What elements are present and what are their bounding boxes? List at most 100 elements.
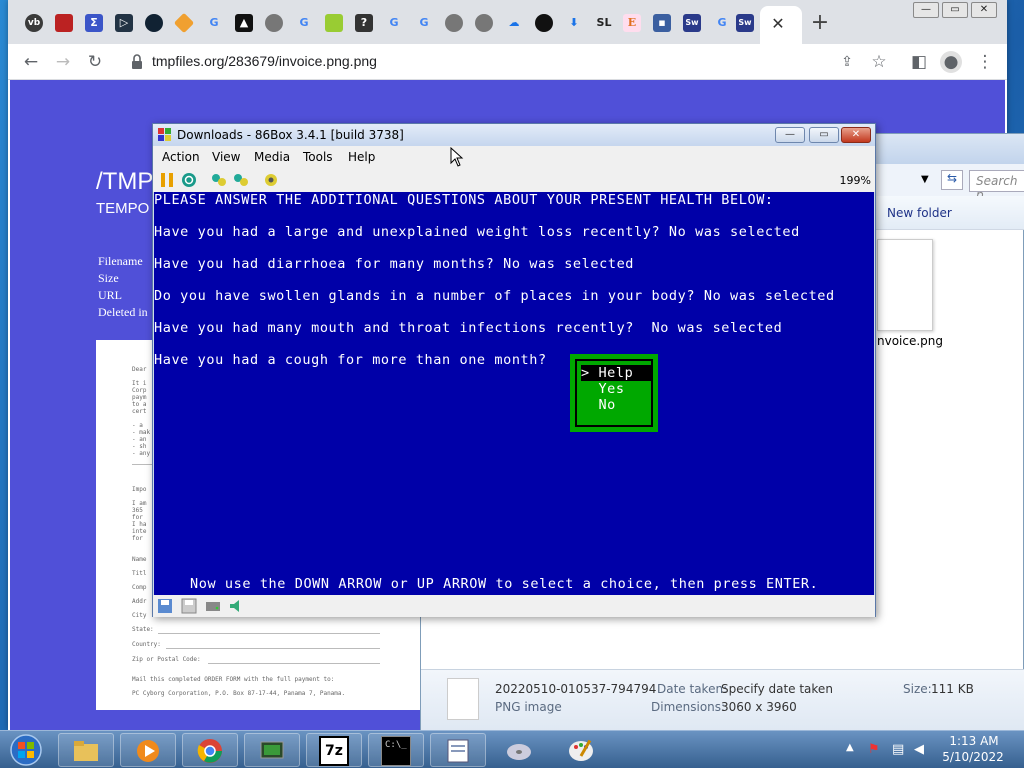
close-button[interactable]: ✕ xyxy=(841,127,871,143)
taskbar-media-player[interactable] xyxy=(120,733,176,767)
show-hidden-icons-icon[interactable]: ▲ xyxy=(846,742,854,753)
reset-icon[interactable] xyxy=(181,172,197,188)
deleted-label: Deleted in xyxy=(98,305,148,319)
tab-icon[interactable] xyxy=(475,14,493,32)
tab-icon[interactable] xyxy=(265,14,283,32)
download-tab-icon[interactable]: ⬇ xyxy=(565,14,583,32)
taskbar-chrome[interactable] xyxy=(182,733,238,767)
details-file-name: 20220510-010537-794794 xyxy=(495,682,657,696)
emulator-screen[interactable]: PLEASE ANSWER THE ADDITIONAL QUESTIONS A… xyxy=(154,192,874,595)
tab-icon[interactable] xyxy=(145,14,163,32)
doc-text: 365 xyxy=(132,507,143,514)
86box-title: Downloads - 86Box 3.4.1 [build 3738] xyxy=(177,128,404,142)
taskbar-paint[interactable] xyxy=(554,733,610,767)
details-file-type: PNG image xyxy=(495,700,562,714)
page-subtitle: TEMPO xyxy=(96,200,150,217)
tab-icon[interactable]: ? xyxy=(355,14,373,32)
new-tab-button[interactable]: + xyxy=(808,12,832,36)
action-center-icon[interactable]: ⚑ xyxy=(868,742,880,757)
doc-text: cert xyxy=(132,408,147,415)
taskbar-disc[interactable] xyxy=(492,733,548,767)
clock-time[interactable]: 1:13 AM xyxy=(946,734,1002,748)
size-value: 111 KB xyxy=(931,682,974,696)
menu-action[interactable]: Action xyxy=(162,150,200,164)
86box-window: Downloads - 86Box 3.4.1 [build 3738] — ▭… xyxy=(152,123,876,617)
google-tab-icon[interactable]: G xyxy=(385,14,403,32)
tab-icon[interactable]: E xyxy=(623,14,641,32)
ctrl-alt-del-icon[interactable] xyxy=(211,172,227,188)
settings-icon[interactable] xyxy=(263,172,279,188)
tab-icon[interactable] xyxy=(445,14,463,32)
chrome-icon xyxy=(197,739,222,763)
lock-icon xyxy=(132,54,142,69)
menu-view[interactable]: View xyxy=(212,150,240,164)
tab-icon[interactable]: vb xyxy=(25,14,43,32)
google-tab-icon[interactable]: G xyxy=(415,14,433,32)
choice-help[interactable]: > Help xyxy=(581,365,653,381)
tab-icon[interactable]: SL xyxy=(593,14,615,32)
choice-yes[interactable]: Yes xyxy=(581,381,653,397)
tab-icon[interactable]: Sw xyxy=(736,14,754,32)
side-panel-icon[interactable]: ◧ xyxy=(908,51,930,73)
close-tab-icon[interactable]: ✕ xyxy=(768,14,788,34)
google-tab-icon[interactable]: G xyxy=(713,14,731,32)
minimize-button[interactable]: — xyxy=(775,127,805,143)
maximize-button[interactable]: ▭ xyxy=(809,127,839,143)
choice-menu[interactable]: > Help Yes No xyxy=(570,354,658,432)
volume-icon[interactable]: ◀ xyxy=(914,742,924,757)
clock-date[interactable]: 5/10/2022 xyxy=(942,750,1004,764)
tab-icon[interactable]: ▲ xyxy=(235,14,253,32)
sound-icon[interactable] xyxy=(229,598,245,614)
tab-icon[interactable]: Sw xyxy=(683,14,701,32)
taskbar-cmd[interactable]: C:\_ xyxy=(368,733,424,767)
menu-icon[interactable]: ⋮ xyxy=(974,51,996,73)
tab-icon[interactable]: ▷ xyxy=(115,14,133,32)
hard-disk-icon[interactable] xyxy=(205,598,221,614)
explorer-search-input[interactable]: Search p xyxy=(969,170,1024,202)
save-tab-icon[interactable]: ▪ xyxy=(653,14,671,32)
taskbar-notepad[interactable] xyxy=(430,733,486,767)
tab-icon[interactable] xyxy=(55,14,73,32)
taskbar-explorer[interactable] xyxy=(58,733,114,767)
taskbar-7zip[interactable]: 7z xyxy=(306,733,362,767)
taskbar-86box[interactable] xyxy=(244,733,300,767)
menu-media[interactable]: Media xyxy=(254,150,290,164)
start-button[interactable] xyxy=(4,733,48,767)
network-icon[interactable]: ▤ xyxy=(892,742,904,757)
profile-icon[interactable]: ● xyxy=(940,51,962,73)
close-button[interactable]: ✕ xyxy=(971,2,997,18)
choice-no[interactable]: No xyxy=(581,397,653,413)
doc-text: State: xyxy=(132,626,154,633)
doc-text: to a xyxy=(132,401,147,408)
ctrl-alt-esc-icon[interactable] xyxy=(233,172,249,188)
back-icon[interactable]: ← xyxy=(20,51,42,73)
floppy-icon[interactable] xyxy=(181,598,197,614)
86box-titlebar[interactable]: Downloads - 86Box 3.4.1 [build 3738] — ▭… xyxy=(153,124,875,146)
tab-icon[interactable]: Σ xyxy=(85,14,103,32)
minimize-button[interactable]: — xyxy=(913,2,939,18)
date-taken-value[interactable]: Specify date taken xyxy=(721,682,833,696)
floppy-icon[interactable] xyxy=(157,598,173,614)
github-tab-icon[interactable] xyxy=(535,14,553,32)
menu-tools[interactable]: Tools xyxy=(303,150,333,164)
tab-icon[interactable] xyxy=(325,14,343,32)
cd-icon xyxy=(507,744,531,760)
share-icon[interactable]: ⇪ xyxy=(836,51,858,73)
google-tab-icon[interactable]: G xyxy=(295,14,313,32)
file-thumbnail-label[interactable]: nvoice.png xyxy=(877,334,943,348)
file-thumbnail[interactable] xyxy=(877,239,933,331)
forward-icon[interactable]: → xyxy=(52,51,74,73)
reload-icon[interactable]: ↻ xyxy=(84,51,106,73)
new-folder-button[interactable]: New folder xyxy=(887,206,952,220)
dropdown-icon[interactable]: ▼ xyxy=(921,174,929,185)
bookmark-star-icon[interactable]: ☆ xyxy=(868,51,890,73)
tab-icon[interactable] xyxy=(173,12,195,34)
maximize-button[interactable]: ▭ xyxy=(942,2,968,18)
menu-help[interactable]: Help xyxy=(348,150,375,164)
pause-icon[interactable] xyxy=(159,172,175,188)
refresh-icon[interactable]: ⇆ xyxy=(941,170,963,190)
google-tab-icon[interactable]: G xyxy=(205,14,223,32)
address-bar[interactable]: tmpfiles.org/283679/invoice.png.png xyxy=(152,53,377,69)
cloud-tab-icon[interactable]: ☁ xyxy=(505,14,523,32)
86box-icon xyxy=(260,741,284,759)
